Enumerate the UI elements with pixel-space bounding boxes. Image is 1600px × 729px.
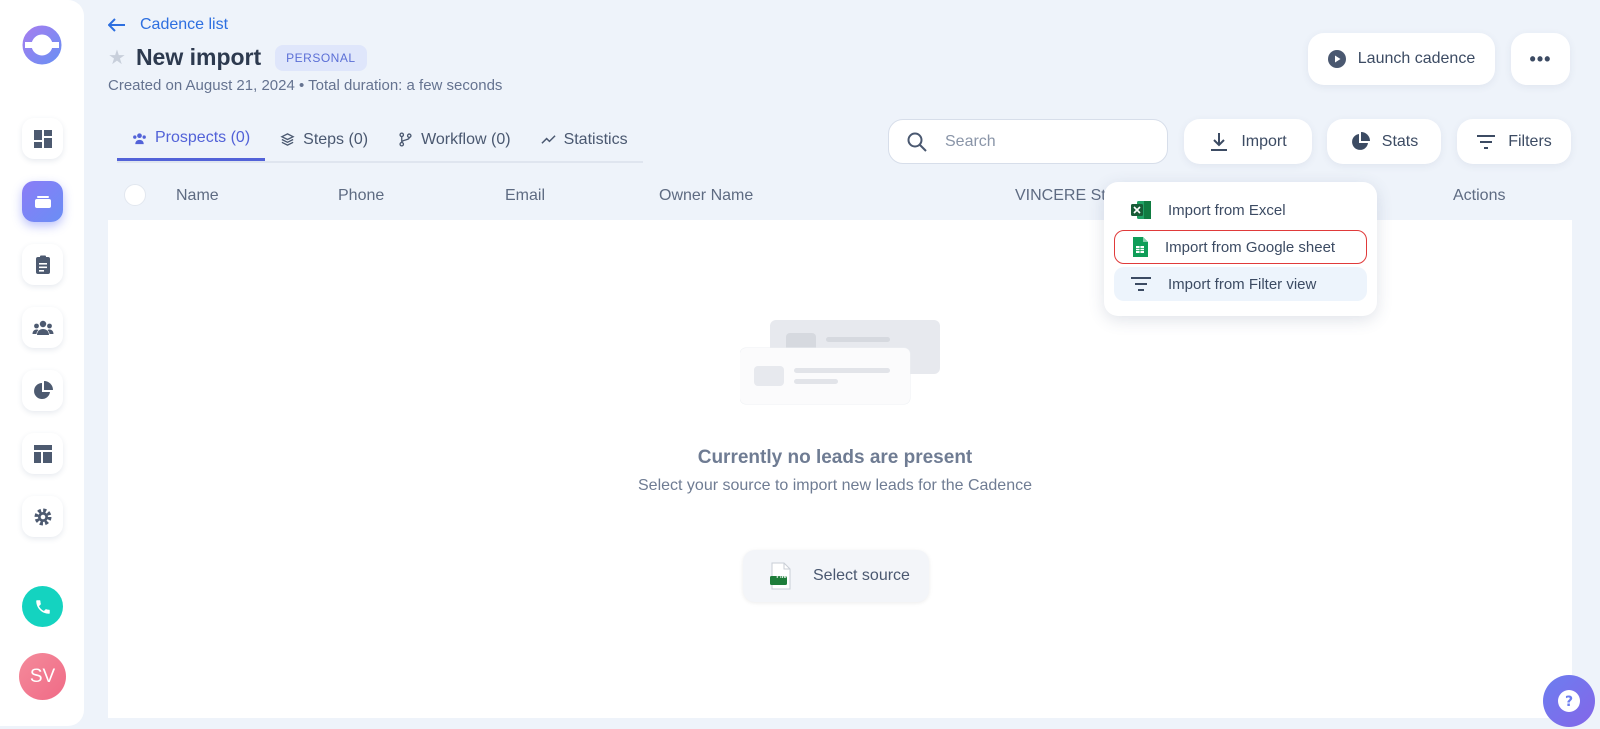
layers-icon (280, 133, 295, 146)
launch-cadence-button[interactable]: Launch cadence (1308, 33, 1495, 85)
trend-icon (540, 135, 556, 144)
search-input[interactable] (945, 132, 1145, 151)
file-tag-label: File (776, 574, 787, 580)
tab-label: Statistics (563, 130, 628, 148)
branch-icon (399, 132, 412, 147)
avatar[interactable]: SV (19, 653, 66, 700)
tab-workflow[interactable]: Workflow (0) (383, 118, 526, 161)
help-icon: ? (1558, 690, 1580, 712)
back-link-label: Cadence list (140, 16, 229, 33)
tasks-nav-button[interactable] (22, 244, 63, 285)
google-sheets-icon (1133, 237, 1148, 257)
column-header-name[interactable]: Name (176, 187, 219, 205)
tab-label: Steps (0) (303, 130, 369, 148)
phone-icon (35, 599, 50, 614)
column-header-phone[interactable]: Phone (338, 187, 384, 205)
cadence-nav-button[interactable] (22, 181, 63, 222)
column-header-email[interactable]: Email (505, 187, 545, 205)
filter-icon (1131, 277, 1151, 291)
stats-label: Stats (1381, 132, 1419, 150)
tab-bar: Prospects (0) Steps (0) Workflow (0) Sta… (117, 118, 643, 163)
dashboard-icon (33, 129, 52, 148)
tab-steps[interactable]: Steps (0) (265, 118, 383, 161)
sidebar: SV (0, 0, 84, 726)
tab-label: Workflow (0) (421, 130, 511, 148)
stack-icon (34, 195, 51, 208)
import-from-excel-item[interactable]: Import from Excel (1114, 193, 1367, 227)
help-chat-button[interactable]: ? (1543, 675, 1595, 727)
gear-icon (34, 508, 51, 525)
empty-state-subtitle: Select your source to import new leads f… (638, 477, 1032, 494)
import-label: Import (1241, 132, 1287, 150)
empty-state-illustration (740, 320, 940, 405)
page-subtitle: Created on August 21, 2024 • Total durat… (108, 77, 503, 94)
import-button[interactable]: Import (1184, 119, 1312, 164)
search-box[interactable] (888, 119, 1168, 164)
pie-chart-icon (1351, 131, 1370, 150)
select-all-checkbox[interactable] (124, 184, 146, 206)
more-options-button[interactable]: ••• (1511, 33, 1570, 85)
select-source-label: Select source (813, 567, 910, 584)
column-header-actions: Actions (1453, 187, 1506, 204)
filters-label: Filters (1508, 132, 1552, 150)
filters-button[interactable]: Filters (1457, 119, 1571, 164)
settings-nav-button[interactable] (22, 496, 63, 537)
arrow-left-icon (108, 18, 125, 32)
empty-state-title: Currently no leads are present (697, 447, 973, 468)
stats-button[interactable]: Stats (1327, 119, 1441, 164)
select-source-button[interactable]: Select source (743, 550, 929, 602)
people-icon (32, 320, 53, 335)
import-from-filter-view-item[interactable]: Import from Filter view (1114, 267, 1367, 301)
status-badge: PERSONAL (275, 44, 367, 71)
people-nav-button[interactable] (22, 307, 63, 348)
dashboard-nav-button[interactable] (22, 118, 63, 159)
more-horizontal-icon: ••• (1529, 48, 1552, 69)
search-icon (907, 132, 927, 152)
star-icon[interactable]: ★ (108, 45, 126, 70)
menu-item-label: Import from Excel (1168, 201, 1286, 219)
reports-nav-button[interactable] (22, 370, 63, 411)
phone-button[interactable] (22, 586, 63, 627)
people-icon (133, 132, 146, 144)
svg-text:?: ? (1565, 694, 1573, 710)
tab-statistics[interactable]: Statistics (526, 118, 643, 161)
tab-prospects[interactable]: Prospects (0) (117, 118, 266, 161)
page-title: New import (135, 44, 262, 70)
title-row: ★ New import PERSONAL (108, 44, 367, 71)
excel-icon (1131, 201, 1151, 219)
launch-cadence-label: Launch cadence (1357, 50, 1476, 67)
import-dropdown-menu: Import from Excel Import from Google she… (1104, 182, 1377, 316)
download-icon (1211, 132, 1228, 151)
play-circle-icon (1327, 50, 1346, 68)
tab-label: Prospects (0) (155, 129, 251, 146)
menu-item-label: Import from Google sheet (1165, 238, 1336, 256)
clipboard-icon (35, 255, 50, 274)
menu-item-label: Import from Filter view (1168, 275, 1317, 293)
import-from-google-sheet-item[interactable]: Import from Google sheet (1114, 230, 1367, 264)
column-header-owner[interactable]: Owner Name (659, 187, 753, 205)
back-link[interactable]: Cadence list (108, 16, 228, 34)
pie-chart-icon (33, 380, 53, 399)
filter-icon (1477, 134, 1496, 149)
app-logo[interactable] (21, 24, 63, 66)
